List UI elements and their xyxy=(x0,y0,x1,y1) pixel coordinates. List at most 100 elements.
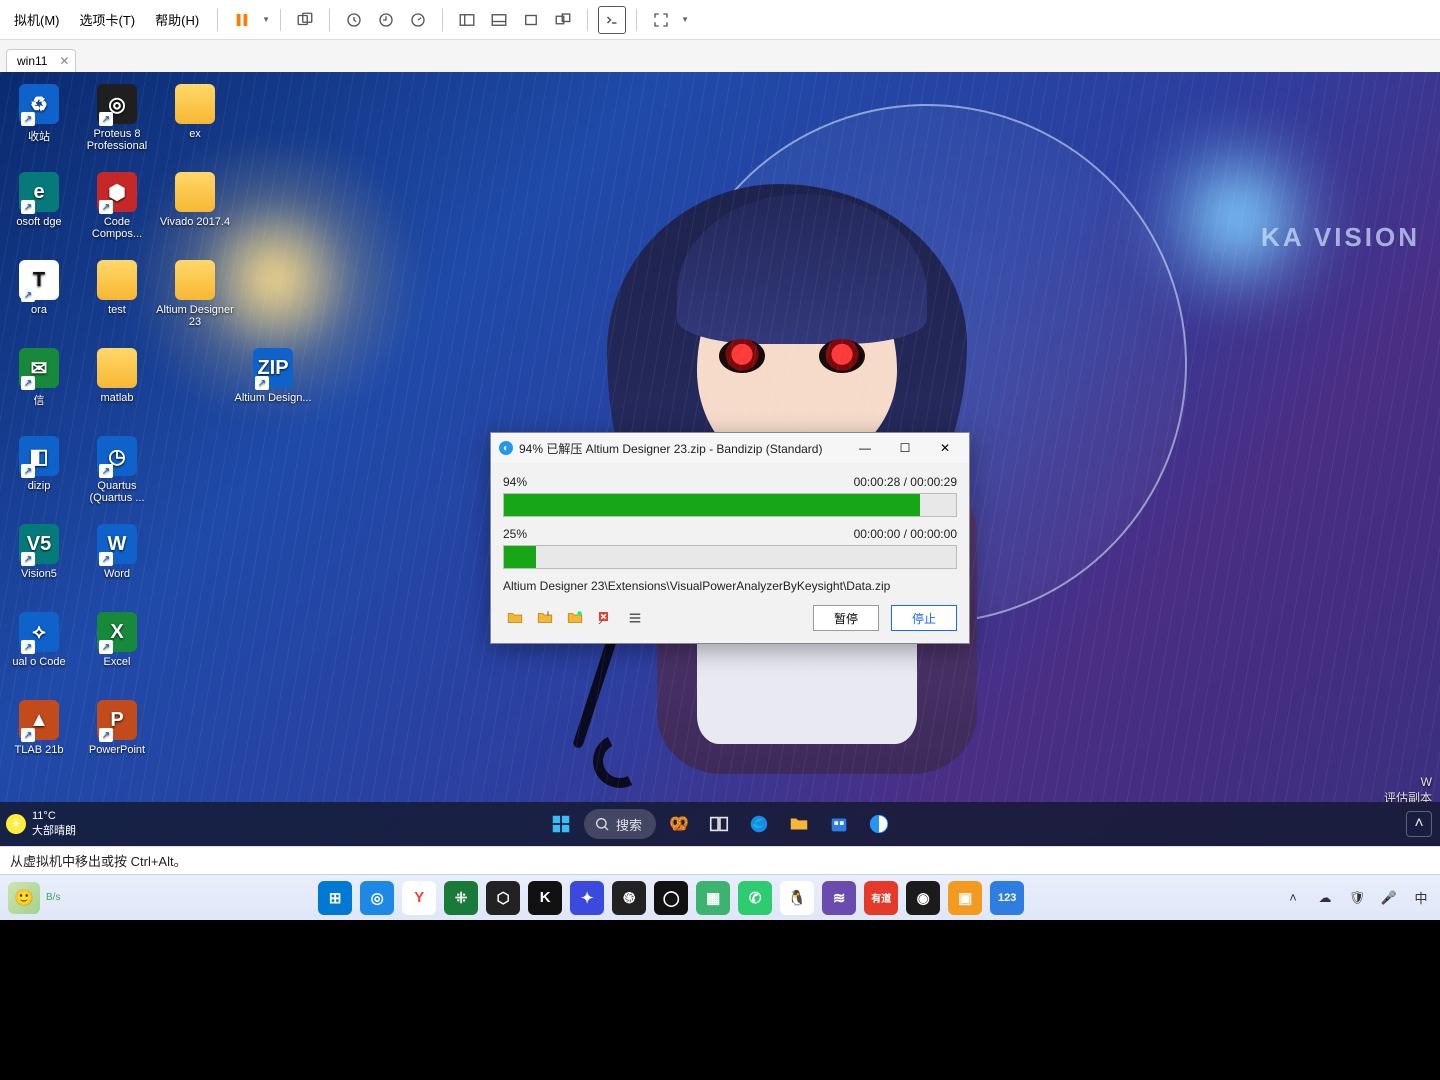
search-icon xyxy=(594,816,610,832)
desktop-icon[interactable]: ↗▲TLAB 21b xyxy=(0,696,78,782)
taskbar-taskview-icon[interactable] xyxy=(702,807,736,841)
taskbar-edge-icon[interactable] xyxy=(742,807,776,841)
host-taskbar-icon[interactable]: K xyxy=(528,881,562,915)
list-icon[interactable] xyxy=(623,606,647,630)
desktop-icon-label: Altium Design... xyxy=(234,392,311,404)
close-icon[interactable]: ✕ xyxy=(59,54,69,68)
fullscreen-dropdown-icon[interactable]: ▼ xyxy=(681,15,689,24)
desktop-icon[interactable]: ↗PPowerPoint xyxy=(78,696,156,782)
host-taskbar-icon[interactable]: ✆ xyxy=(738,881,772,915)
menu-machine[interactable]: 拟机(M) xyxy=(6,6,68,33)
host-taskbar-icon[interactable]: 123 xyxy=(990,881,1024,915)
layout-multi-icon[interactable] xyxy=(549,6,577,34)
menu-tabs[interactable]: 选项卡(T) xyxy=(72,6,144,33)
stop-button[interactable]: 停止 xyxy=(891,605,957,631)
desktop-icon[interactable]: ↗✉信 xyxy=(0,344,78,430)
fullscreen-icon[interactable] xyxy=(647,6,675,34)
weather-desc: 大部晴朗 xyxy=(32,822,76,838)
desktop-icon[interactable]: ↗⟡ual o Code xyxy=(0,608,78,694)
console-icon[interactable] xyxy=(598,6,626,34)
desktop-icon[interactable]: ↗Tora xyxy=(0,256,78,342)
host-taskbar-icon[interactable]: 🐧 xyxy=(780,881,814,915)
vm-toolbar: 拟机(M) 选项卡(T) 帮助(H) ▼ ▼ xyxy=(0,0,1440,40)
clock2-icon[interactable] xyxy=(372,6,400,34)
snapshot-button[interactable] xyxy=(291,6,319,34)
weather-widget[interactable]: ☀ 11°C 大部晴朗 xyxy=(6,810,76,838)
host-taskbar-icon[interactable]: 有道 xyxy=(864,881,898,915)
clock3-icon[interactable] xyxy=(404,6,432,34)
taskbar-explorer-icon[interactable] xyxy=(782,807,816,841)
letterbox xyxy=(0,920,1440,1080)
desktop-icon-label: osoft dge xyxy=(16,216,61,228)
taskbar-store-icon[interactable] xyxy=(822,807,856,841)
pause-button[interactable] xyxy=(228,6,256,34)
desktop-icon[interactable]: ↗◎Proteus 8 Professional xyxy=(78,80,156,166)
bandizip-dialog: ◐ 94% 已解压 Altium Designer 23.zip - Bandi… xyxy=(490,432,970,644)
desktop-icon[interactable]: matlab xyxy=(78,344,156,430)
desktop-icon[interactable]: ↗ZIPAltium Design... xyxy=(234,344,312,430)
menu-help[interactable]: 帮助(H) xyxy=(147,6,207,33)
tray-ime-icon[interactable]: 中 xyxy=(1410,887,1432,909)
pause-button[interactable]: 暂停 xyxy=(813,605,879,631)
host-taskbar-icon[interactable]: ≋ xyxy=(822,881,856,915)
host-taskbar-icon[interactable]: ⊞ xyxy=(318,881,352,915)
pause-dropdown-icon[interactable]: ▼ xyxy=(262,15,270,24)
host-taskbar-icon[interactable]: ◯ xyxy=(654,881,688,915)
maximize-button[interactable]: ☐ xyxy=(885,433,925,463)
host-taskbar-icon[interactable]: ▣ xyxy=(948,881,982,915)
start-button[interactable] xyxy=(544,807,578,841)
tray-onedrive-icon[interactable]: ☁ xyxy=(1314,887,1336,909)
host-taskbar-icon[interactable]: ▦ xyxy=(696,881,730,915)
desktop-icon[interactable]: ↗◷Quartus (Quartus ... xyxy=(78,432,156,518)
host-taskbar-icon[interactable]: ⬡ xyxy=(486,881,520,915)
desktop-icon[interactable]: ↗XExcel xyxy=(78,608,156,694)
vm-tabbar: win11 ✕ xyxy=(0,40,1440,72)
background-sign: KA VISION xyxy=(1261,222,1420,253)
desktop-icon[interactable]: ↗♻收站 xyxy=(0,80,78,166)
desktop-icon[interactable]: Vivado 2017.4 xyxy=(156,168,234,254)
desktop-icon[interactable]: test xyxy=(78,256,156,342)
host-taskbar-icon[interactable]: ◉ xyxy=(906,881,940,915)
host-avatar[interactable]: 🙂 xyxy=(8,882,40,914)
desktop-icon[interactable]: ↗V5Vision5 xyxy=(0,520,78,606)
tray-security-icon[interactable]: 🛡 xyxy=(1346,887,1368,909)
delete-after-icon[interactable] xyxy=(593,606,617,630)
desktop-icon[interactable]: ↗⬢Code Compos... xyxy=(78,168,156,254)
desktop-icon[interactable]: ex xyxy=(156,80,234,166)
progress1-bar xyxy=(503,493,957,517)
close-button[interactable]: ✕ xyxy=(925,433,965,463)
vm-tab[interactable]: win11 ✕ xyxy=(6,49,76,72)
dialog-titlebar[interactable]: ◐ 94% 已解压 Altium Designer 23.zip - Bandi… xyxy=(491,433,969,463)
tray-chevron-icon[interactable]: ˄ xyxy=(1282,887,1304,909)
minimize-button[interactable]: — xyxy=(845,433,885,463)
net-traffic: B/s xyxy=(46,893,60,903)
layout-bottom-icon[interactable] xyxy=(485,6,513,34)
desktop-wallpaper[interactable]: KA VISION W 评估副本 ↗♻收站↗◎Proteus 8 Profess… xyxy=(0,72,1440,846)
desktop-icon-label: ual o Code xyxy=(12,656,65,668)
open-folder3-icon[interactable] xyxy=(563,606,587,630)
desktop-icon[interactable]: ↗WWord xyxy=(78,520,156,606)
vm-status-text: 从虚拟机中移出或按 Ctrl+Alt。 xyxy=(10,851,187,870)
open-folder2-icon[interactable] xyxy=(533,606,557,630)
host-taskbar-icon[interactable]: ✦ xyxy=(570,881,604,915)
tray-mic-icon[interactable]: 🎤 xyxy=(1378,887,1400,909)
layout-side-icon[interactable] xyxy=(453,6,481,34)
taskbar-bandizip-icon[interactable] xyxy=(862,807,896,841)
host-taskbar-icon[interactable]: ֍ xyxy=(612,881,646,915)
desktop-icon[interactable]: ↗eosoft dge xyxy=(0,168,78,254)
vm-tab-label: win11 xyxy=(17,54,47,68)
search-placeholder: 搜索 xyxy=(616,815,642,834)
clock1-icon[interactable] xyxy=(340,6,368,34)
host-taskbar-icon[interactable]: Y xyxy=(402,881,436,915)
taskbar-copilot-icon[interactable]: 🥨 xyxy=(662,807,696,841)
desktop-icon[interactable]: ↗◧dizip xyxy=(0,432,78,518)
open-folder1-icon[interactable] xyxy=(503,606,527,630)
search-input[interactable]: 搜索 xyxy=(584,809,656,839)
tray-expand-icon[interactable]: ˄ xyxy=(1406,811,1432,837)
host-taskbar: 🙂 B/s ⊞◎Y⁜⬡K✦֍◯▦✆🐧≋有道◉▣123 ˄ ☁ 🛡 🎤 中 xyxy=(0,874,1440,920)
layout-single-icon[interactable] xyxy=(517,6,545,34)
desktop-icon[interactable]: Altium Designer 23 xyxy=(156,256,234,342)
host-taskbar-icon[interactable]: ◎ xyxy=(360,881,394,915)
dialog-title: 94% 已解压 Altium Designer 23.zip - Bandizi… xyxy=(519,440,845,457)
host-taskbar-icon[interactable]: ⁜ xyxy=(444,881,478,915)
